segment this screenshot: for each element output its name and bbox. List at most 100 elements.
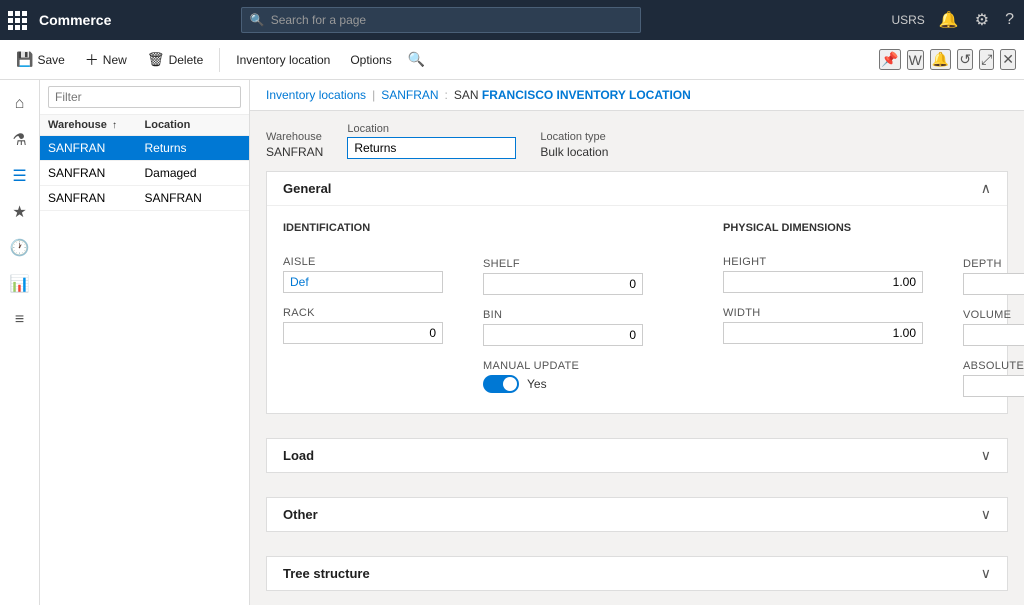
tree-chevron-icon: ∨ bbox=[981, 565, 991, 582]
tree-section: Tree structure ∨ bbox=[266, 556, 1008, 591]
sort-arrow-warehouse: ↑ bbox=[112, 120, 117, 131]
toolbar-close-icon[interactable]: ✕ bbox=[1000, 49, 1016, 70]
nav-chart-icon[interactable]: 📊 bbox=[4, 268, 36, 300]
search-icon: 🔍 bbox=[250, 13, 265, 27]
identification-col: IDENTIFICATION Aisle Rack bbox=[283, 222, 443, 397]
toolbar-search-button[interactable]: 🔍 bbox=[408, 51, 425, 68]
form-header: Warehouse SANFRAN Location Location type… bbox=[250, 111, 1024, 159]
general-section-header[interactable]: General ∧ bbox=[267, 172, 1007, 206]
height-field: Height bbox=[723, 256, 923, 293]
save-icon: 💾 bbox=[16, 51, 33, 68]
aisle-input[interactable] bbox=[283, 271, 443, 293]
bin-input[interactable] bbox=[483, 324, 643, 346]
bell-icon[interactable]: 🔔 bbox=[937, 10, 961, 30]
toolbar-refresh-icon[interactable]: ↺ bbox=[957, 49, 973, 70]
other-section: Other ∨ bbox=[266, 497, 1008, 532]
general-chevron-icon: ∧ bbox=[981, 180, 991, 197]
new-icon: ＋ bbox=[85, 50, 99, 70]
options-button[interactable]: Options bbox=[342, 49, 399, 71]
location-type-field: Location type Bulk location bbox=[540, 131, 608, 159]
global-search[interactable]: 🔍 bbox=[241, 7, 641, 33]
col-header-warehouse: Warehouse ↑ bbox=[48, 119, 145, 131]
filter-input[interactable] bbox=[48, 86, 241, 108]
physical-dimensions-col: PHYSICAL DIMENSIONS Height Width bbox=[723, 222, 923, 397]
height-label: Height bbox=[723, 256, 923, 268]
bin-label: Bin bbox=[483, 309, 643, 321]
gear-icon[interactable]: ⚙ bbox=[973, 10, 991, 30]
depth-label: Depth bbox=[963, 258, 1024, 270]
shelf-label: Shelf bbox=[483, 258, 643, 270]
general-grid: IDENTIFICATION Aisle Rack bbox=[283, 222, 991, 397]
breadcrumb-prefix: SAN FRANCISCO INVENTORY LOCATION bbox=[454, 88, 691, 102]
search-input[interactable] bbox=[271, 13, 632, 27]
list-row[interactable]: SANFRAN Damaged bbox=[40, 161, 249, 186]
general-section-title: General bbox=[283, 181, 331, 196]
manual-update-toggle-row: Yes bbox=[483, 375, 643, 393]
warehouse-field: Warehouse SANFRAN bbox=[266, 131, 323, 159]
toolbar-popout-icon[interactable]: ⤢ bbox=[979, 49, 994, 70]
inventory-location-button[interactable]: Inventory location bbox=[228, 49, 338, 71]
load-section-title: Load bbox=[283, 448, 314, 463]
width-field: Width bbox=[723, 307, 923, 344]
row-location: Returns bbox=[145, 141, 242, 155]
other-section-header[interactable]: Other ∨ bbox=[267, 498, 1007, 531]
nav-lines-icon[interactable]: ≡ bbox=[4, 304, 36, 336]
rack-label: Rack bbox=[283, 307, 443, 319]
shelf-input[interactable] bbox=[483, 273, 643, 295]
load-chevron-icon: ∨ bbox=[981, 447, 991, 464]
toolbar: 💾 Save ＋ New 🗑 Delete Inventory location… bbox=[0, 40, 1024, 80]
toolbar-word-icon[interactable]: W bbox=[907, 50, 924, 70]
load-section-header[interactable]: Load ∨ bbox=[267, 439, 1007, 472]
height-input[interactable] bbox=[723, 271, 923, 293]
toolbar-notification-icon[interactable]: 🔔 bbox=[930, 49, 951, 70]
breadcrumb-separator: | bbox=[372, 88, 375, 102]
toggle-yes-label: Yes bbox=[527, 377, 547, 391]
volume-input[interactable] bbox=[963, 324, 1024, 346]
location-type-value: Bulk location bbox=[540, 145, 608, 159]
general-section: General ∧ IDENTIFICATION Aisle bbox=[266, 171, 1008, 414]
width-input[interactable] bbox=[723, 322, 923, 344]
shelf-bin-col: Shelf Bin Manual update Yes bbox=[483, 222, 643, 397]
breadcrumb-name: FRANCISCO INVENTORY LOCATION bbox=[482, 88, 691, 102]
nav-filter-icon[interactable]: ⚗ bbox=[4, 124, 36, 156]
identification-title: IDENTIFICATION bbox=[283, 222, 443, 234]
other-chevron-icon: ∨ bbox=[981, 506, 991, 523]
filter-bar bbox=[40, 80, 249, 115]
delete-icon: 🗑 bbox=[147, 51, 165, 68]
location-input[interactable] bbox=[347, 137, 516, 159]
absolute-height-input[interactable] bbox=[963, 375, 1024, 397]
nav-home-icon[interactable]: ⌂ bbox=[4, 88, 36, 120]
new-button[interactable]: ＋ New bbox=[77, 46, 135, 74]
nav-star-icon[interactable]: ★ bbox=[4, 196, 36, 228]
toolbar-sep-1 bbox=[219, 48, 220, 72]
detail-panel: Inventory locations | SANFRAN : SAN FRAN… bbox=[250, 80, 1024, 605]
breadcrumb-warehouse: SANFRAN bbox=[381, 88, 438, 102]
app-grid-icon[interactable] bbox=[8, 11, 27, 30]
row-warehouse: SANFRAN bbox=[48, 191, 145, 205]
nav-list-icon[interactable]: ☰ bbox=[4, 160, 36, 192]
delete-button[interactable]: 🗑 Delete bbox=[139, 47, 211, 72]
identification-header: IDENTIFICATION bbox=[283, 222, 443, 242]
list-row[interactable]: SANFRAN SANFRAN bbox=[40, 186, 249, 211]
depth-field: Depth bbox=[963, 258, 1024, 295]
rack-input[interactable] bbox=[283, 322, 443, 344]
list-panel: Warehouse ↑ Location SANFRAN Returns SAN… bbox=[40, 80, 250, 605]
nav-clock-icon[interactable]: 🕐 bbox=[4, 232, 36, 264]
list-row[interactable]: SANFRAN Returns bbox=[40, 136, 249, 161]
tree-section-header[interactable]: Tree structure ∨ bbox=[267, 557, 1007, 590]
breadcrumb-link[interactable]: Inventory locations bbox=[266, 88, 366, 102]
manual-update-toggle[interactable] bbox=[483, 375, 519, 393]
depth-input[interactable] bbox=[963, 273, 1024, 295]
toolbar-pin-icon[interactable]: 📌 bbox=[879, 49, 900, 70]
location-type-label: Location type bbox=[540, 131, 608, 143]
help-icon[interactable]: ? bbox=[1003, 11, 1016, 29]
row-location: SANFRAN bbox=[145, 191, 242, 205]
location-label: Location bbox=[347, 123, 516, 135]
main-layout: ⌂ ⚗ ☰ ★ 🕐 📊 ≡ Warehouse ↑ Location SANFR… bbox=[0, 80, 1024, 605]
width-label: Width bbox=[723, 307, 923, 319]
col-header-location: Location bbox=[145, 119, 242, 131]
save-button[interactable]: 💾 Save bbox=[8, 47, 73, 72]
row-location: Damaged bbox=[145, 166, 242, 180]
row-warehouse: SANFRAN bbox=[48, 141, 145, 155]
breadcrumb: Inventory locations | SANFRAN : SAN FRAN… bbox=[250, 80, 1024, 111]
